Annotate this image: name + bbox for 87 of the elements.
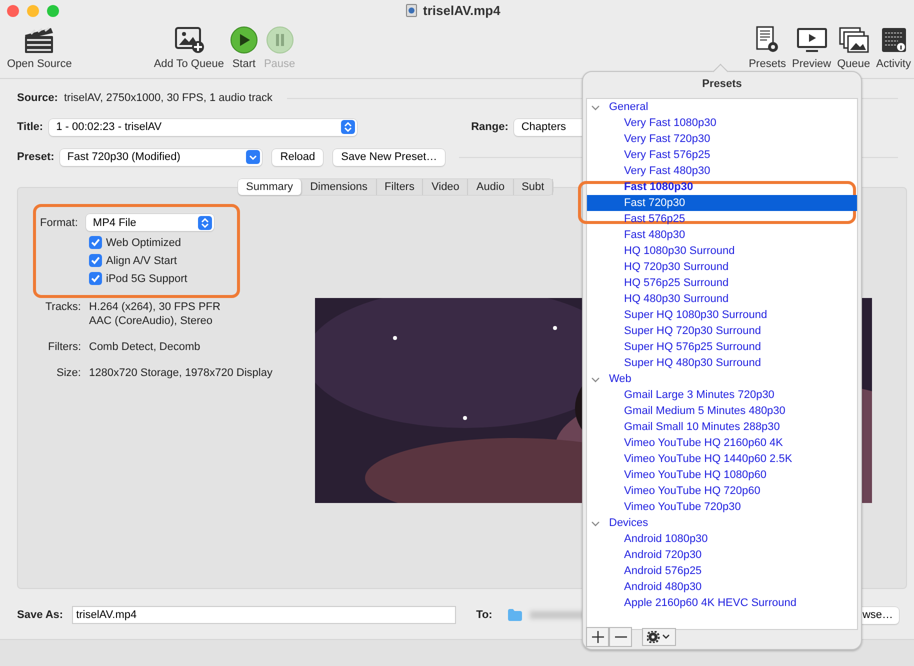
preset-item[interactable]: Fast 1080p30 [587,179,857,195]
preset-item[interactable]: Android 720p30 [587,547,857,563]
checkbox[interactable] [89,254,102,267]
preset-item[interactable]: Android 1080p30 [587,531,857,547]
preset-action-button[interactable]: Reload [272,148,324,166]
stacked-photos-icon [838,26,870,54]
save-as-label: Save As: [17,609,64,621]
preset-group[interactable]: Devices [587,515,857,531]
preset-item[interactable]: Android 480p30 [587,579,857,595]
format-label: Format: [40,216,78,228]
preset-item[interactable]: Fast 720p30 [587,195,857,211]
activity-button[interactable]: Activity [873,22,914,70]
format-popup[interactable]: MP4 File [86,214,214,231]
file-name-field[interactable]: triselAV.mp4 [72,606,456,624]
preset-item[interactable]: Gmail Small 10 Minutes 288p30 [587,419,857,435]
preset-item[interactable]: Super HQ 480p30 Surround [587,355,857,371]
stepper-icon [341,120,356,134]
summary-value: H.264 (x264), 30 FPS PFR [89,301,220,313]
summary-label: Filters: [47,341,81,353]
remove-button[interactable] [609,627,632,647]
preset-item[interactable]: Gmail Medium 5 Minutes 480p30 [587,403,857,419]
popover-title: Presets [701,77,743,92]
summary-value: Comb Detect, Decomb [89,341,200,353]
preset-item[interactable]: Vimeo YouTube 720p30 [587,499,857,515]
destination-label: To: [476,609,492,621]
checkbox[interactable] [89,236,102,249]
activity-monitor-icon [880,26,908,54]
preset-item[interactable]: Vimeo YouTube HQ 1440p60 2.5K [587,451,857,467]
preset-group[interactable]: General [587,99,857,115]
add-to-queue-button[interactable]: Add To Queue [150,22,227,70]
summary-value: AAC (CoreAudio), Stereo [89,315,214,327]
title-popup[interactable]: 1 - 00:02:23 - triselAV [49,118,358,136]
checkbox-option[interactable]: iPod 5G Support [89,272,315,285]
stepper-icon [198,216,212,230]
settings-icon [647,631,671,643]
photo-plus-icon [172,26,205,54]
folder-icon [508,609,522,621]
preset-item[interactable]: Vimeo YouTube HQ 2160p60 4K [587,435,857,451]
preset-item[interactable]: Fast 480p30 [587,227,857,243]
monitor-play-icon [796,26,828,54]
checkbox-option[interactable]: Align A/V Start [89,254,315,267]
checkbox-option[interactable]: Web Optimized [89,236,315,249]
add-button[interactable] [586,627,609,647]
presets-button[interactable]: Presets [746,22,789,70]
preset-item[interactable]: Vimeo YouTube HQ 1080p60 [587,467,857,483]
chevron-icon [591,518,600,528]
window-title: triselAV.mp4 [423,3,500,18]
preset-item[interactable]: Super HQ 720p30 Surround [587,323,857,339]
preset-item[interactable]: Android 576p25 [587,563,857,579]
close-button[interactable] [7,5,19,17]
preset-item[interactable]: Very Fast 480p30 [587,163,857,179]
preset-item[interactable]: Super HQ 576p25 Surround [587,339,857,355]
source-label: Source: [17,92,58,104]
preset-item[interactable]: HQ 576p25 Surround [587,275,857,291]
preset-item[interactable]: HQ 720p30 Surround [587,259,857,275]
preset-item[interactable]: Vimeo YouTube HQ 720p60 [587,483,857,499]
play-icon [230,26,258,54]
start-button[interactable]: Start [226,22,261,70]
preset-item[interactable]: Gmail Large 3 Minutes 720p30 [587,387,857,403]
chevron-icon [591,374,600,384]
preset-action-button[interactable]: Save New Preset… [333,148,446,166]
file-icon [406,4,417,17]
preset-item[interactable]: Super HQ 1080p30 Surround [587,307,857,323]
queue-button[interactable]: Queue [834,22,874,70]
tab[interactable]: Summary [238,179,302,195]
preset-item[interactable]: HQ 480p30 Surround [587,291,857,307]
preset-group[interactable]: Web [587,371,857,387]
preset-item[interactable]: Very Fast 576p25 [587,147,857,163]
source-info: triselAV, 2750x1000, 30 FPS, 1 audio track [64,92,272,104]
preset-label: Preset: [17,151,54,163]
clapperboard-icon [23,26,56,54]
plus-icon [592,631,604,643]
settings-menu-button[interactable] [642,628,676,646]
open-source-button[interactable]: Open Source [4,22,75,70]
preset-item[interactable]: HQ 1080p30 Surround [587,243,857,259]
preset-popup[interactable]: Fast 720p30 (Modified) [60,148,262,166]
pause-icon [266,26,294,54]
range-label: Range: [471,121,508,133]
preview-button[interactable]: Preview [789,22,834,70]
title-label: Title: [17,121,44,133]
summary-value: 1280x720 Storage, 1978x720 Display [89,367,272,379]
preset-item[interactable]: Apple 2160p60 4K HEVC Surround [587,595,857,611]
chevron-down-icon [246,150,260,164]
summary-label: Tracks: [44,301,81,315]
summary-label: Size: [56,367,81,379]
checkbox[interactable] [89,272,102,285]
chevron-icon [591,102,600,112]
